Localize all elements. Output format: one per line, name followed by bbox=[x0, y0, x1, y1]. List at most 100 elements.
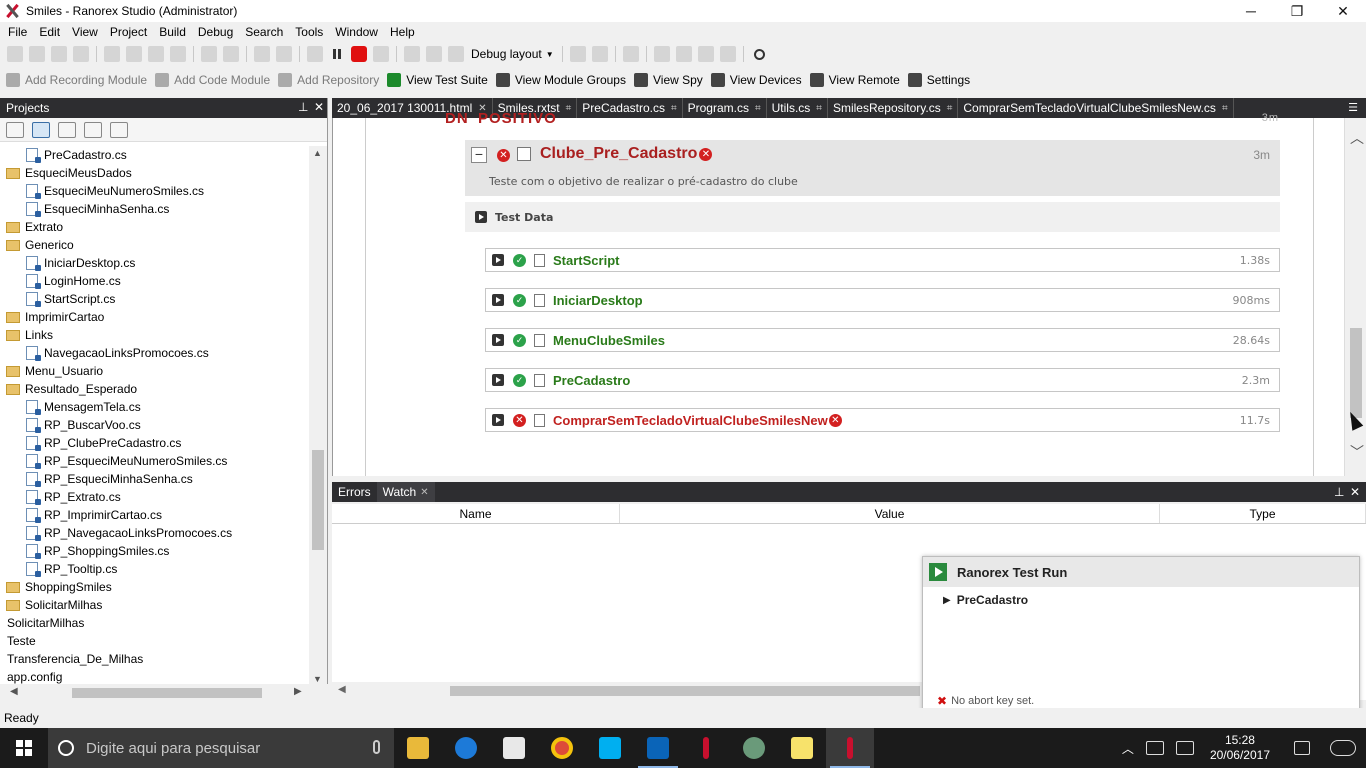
skype-app[interactable] bbox=[586, 728, 634, 768]
scroll-thumb[interactable] bbox=[312, 450, 324, 550]
expand-icon[interactable] bbox=[492, 334, 504, 346]
search-icon[interactable] bbox=[753, 48, 765, 60]
tree-item[interactable]: Links bbox=[0, 326, 308, 344]
tree-item[interactable]: StartScript.cs bbox=[0, 290, 308, 308]
settings-button[interactable]: Settings bbox=[907, 73, 970, 87]
volume-icon[interactable] bbox=[1175, 741, 1194, 755]
scroll-thumb[interactable] bbox=[72, 688, 262, 698]
chevron-up-icon[interactable]: ︿ bbox=[1122, 740, 1134, 757]
close-button[interactable]: ✕ bbox=[1320, 0, 1366, 22]
module-row[interactable]: ✓ PreCadastro 2.3m bbox=[485, 368, 1280, 392]
add-code-module-button[interactable]: Add Code Module bbox=[155, 73, 270, 87]
scroll-thumb[interactable] bbox=[450, 686, 920, 696]
expand-icon[interactable] bbox=[492, 374, 504, 386]
taskbar-search[interactable]: Digite aqui para pesquisar bbox=[48, 728, 394, 768]
bookmark-icon[interactable] bbox=[653, 46, 670, 62]
stop-icon[interactable] bbox=[351, 46, 367, 62]
test-data-row[interactable]: Test Data bbox=[465, 202, 1280, 232]
minimize-button[interactable]: ─ bbox=[1228, 0, 1274, 22]
close-icon[interactable]: ✕ bbox=[420, 487, 428, 498]
menu-help[interactable]: Help bbox=[384, 25, 421, 39]
file-explorer-app[interactable] bbox=[394, 728, 442, 768]
scroll-up-icon[interactable]: ▲ bbox=[313, 148, 322, 158]
tree-item[interactable]: PreCadastro.cs bbox=[0, 146, 308, 164]
tree-item[interactable]: RP_ClubePreCadastro.cs bbox=[0, 434, 308, 452]
scroll-down-icon[interactable]: ▼ bbox=[313, 674, 322, 684]
menu-search[interactable]: Search bbox=[239, 25, 289, 39]
tree-item[interactable]: RP_EsqueciMinhaSenha.cs bbox=[0, 470, 308, 488]
view-module-groups-button[interactable]: View Module Groups bbox=[495, 73, 626, 87]
menu-window[interactable]: Window bbox=[329, 25, 384, 39]
tree-item[interactable]: RP_ShoppingSmiles.cs bbox=[0, 542, 308, 560]
tree-item[interactable]: Menu_Usuario bbox=[0, 362, 308, 380]
ranorex-spy-app[interactable] bbox=[682, 728, 730, 768]
prev-bookmark-icon[interactable] bbox=[675, 46, 692, 62]
test-run-item[interactable]: ▶ PreCadastro bbox=[943, 593, 1028, 607]
menu-tools[interactable]: Tools bbox=[289, 25, 329, 39]
layout-icon[interactable] bbox=[569, 46, 586, 62]
tree-item[interactable]: Extrato bbox=[0, 218, 308, 236]
tree-item[interactable]: EsqueciMeusDados bbox=[0, 164, 308, 182]
tree-item[interactable]: SolicitarMilhas bbox=[0, 614, 308, 632]
save-icon[interactable] bbox=[51, 46, 67, 62]
collapse-all-icon[interactable] bbox=[6, 121, 24, 138]
cut-icon[interactable] bbox=[104, 46, 120, 62]
view-devices-button[interactable]: View Devices bbox=[710, 73, 802, 87]
comment-icon[interactable] bbox=[622, 46, 639, 62]
tree-item[interactable]: NavegacaoLinksPromocoes.cs bbox=[0, 344, 308, 362]
tree-item[interactable]: MensagemTela.cs bbox=[0, 398, 308, 416]
expand-icon[interactable] bbox=[475, 211, 487, 223]
scroll-up-icon[interactable]: ︿ bbox=[1350, 128, 1364, 148]
notifications-icon[interactable] bbox=[1294, 741, 1310, 755]
copy-icon[interactable] bbox=[126, 46, 142, 62]
expand-icon[interactable] bbox=[492, 254, 504, 266]
new-icon[interactable] bbox=[7, 46, 23, 62]
tab-errors[interactable]: Errors bbox=[332, 482, 377, 502]
undo-icon[interactable] bbox=[201, 46, 217, 62]
restore-button[interactable]: ❐ bbox=[1274, 0, 1320, 22]
scroll-down-icon[interactable]: ﹀ bbox=[1350, 442, 1364, 462]
tree-item[interactable]: SolicitarMilhas bbox=[0, 596, 308, 614]
chrome-app[interactable] bbox=[538, 728, 586, 768]
microphone-icon[interactable] bbox=[373, 740, 380, 754]
paste-icon[interactable] bbox=[148, 46, 164, 62]
tree-item[interactable]: RP_EsqueciMeuNumeroSmiles.cs bbox=[0, 452, 308, 470]
menu-project[interactable]: Project bbox=[104, 25, 153, 39]
module-row[interactable]: ✓ StartScript 1.38s bbox=[485, 248, 1280, 272]
tree-item[interactable]: Teste bbox=[0, 632, 308, 650]
run-icon[interactable] bbox=[307, 46, 323, 62]
view-remote-button[interactable]: View Remote bbox=[809, 73, 900, 87]
layout-dropdown[interactable]: Debug layout ▼ bbox=[467, 44, 558, 64]
redo-icon[interactable] bbox=[223, 46, 239, 62]
tree-item[interactable]: RP_ImprimirCartao.cs bbox=[0, 506, 308, 524]
tree-vertical-scrollbar[interactable]: ▲ ▼ bbox=[309, 146, 327, 686]
clear-bookmarks-icon[interactable] bbox=[719, 46, 736, 62]
view-test-suite-button[interactable]: View Test Suite bbox=[387, 73, 488, 87]
taskbar-clock[interactable]: 15:28 20/06/2017 bbox=[1210, 733, 1270, 763]
tree-item[interactable]: RP_NavegacaoLinksPromocoes.cs bbox=[0, 524, 308, 542]
tree-item[interactable]: ShoppingSmiles bbox=[0, 578, 308, 596]
onedrive-icon[interactable] bbox=[1330, 740, 1356, 756]
tree-item[interactable]: Transferencia_De_Milhas bbox=[0, 650, 308, 668]
start-button[interactable] bbox=[0, 728, 48, 768]
collapse-icon[interactable]: − bbox=[471, 147, 487, 163]
scroll-right-icon[interactable]: ▶ bbox=[294, 686, 302, 697]
sticky-notes-app[interactable] bbox=[778, 728, 826, 768]
column-header-value[interactable]: Value bbox=[620, 504, 1160, 523]
next-bookmark-icon[interactable] bbox=[697, 46, 714, 62]
watch-horizontal-scrollbar[interactable]: ◀ bbox=[332, 682, 932, 700]
tree-item[interactable]: IniciarDesktop.cs bbox=[0, 254, 308, 272]
tree-horizontal-scrollbar[interactable]: ◀ ▶ bbox=[0, 684, 328, 702]
step-into-icon[interactable] bbox=[426, 46, 442, 62]
refresh-icon[interactable] bbox=[58, 121, 76, 138]
network-icon[interactable] bbox=[1145, 741, 1164, 755]
store-app[interactable] bbox=[490, 728, 538, 768]
ranorex-studio-app[interactable] bbox=[826, 728, 874, 768]
close-panel-icon[interactable]: ✕ bbox=[1350, 485, 1360, 499]
menu-build[interactable]: Build bbox=[153, 25, 192, 39]
open-icon[interactable] bbox=[29, 46, 45, 62]
tree-item[interactable]: RP_BuscarVoo.cs bbox=[0, 416, 308, 434]
column-header-type[interactable]: Type bbox=[1160, 504, 1366, 523]
build-icon[interactable] bbox=[254, 46, 270, 62]
expand-icon[interactable] bbox=[492, 294, 504, 306]
